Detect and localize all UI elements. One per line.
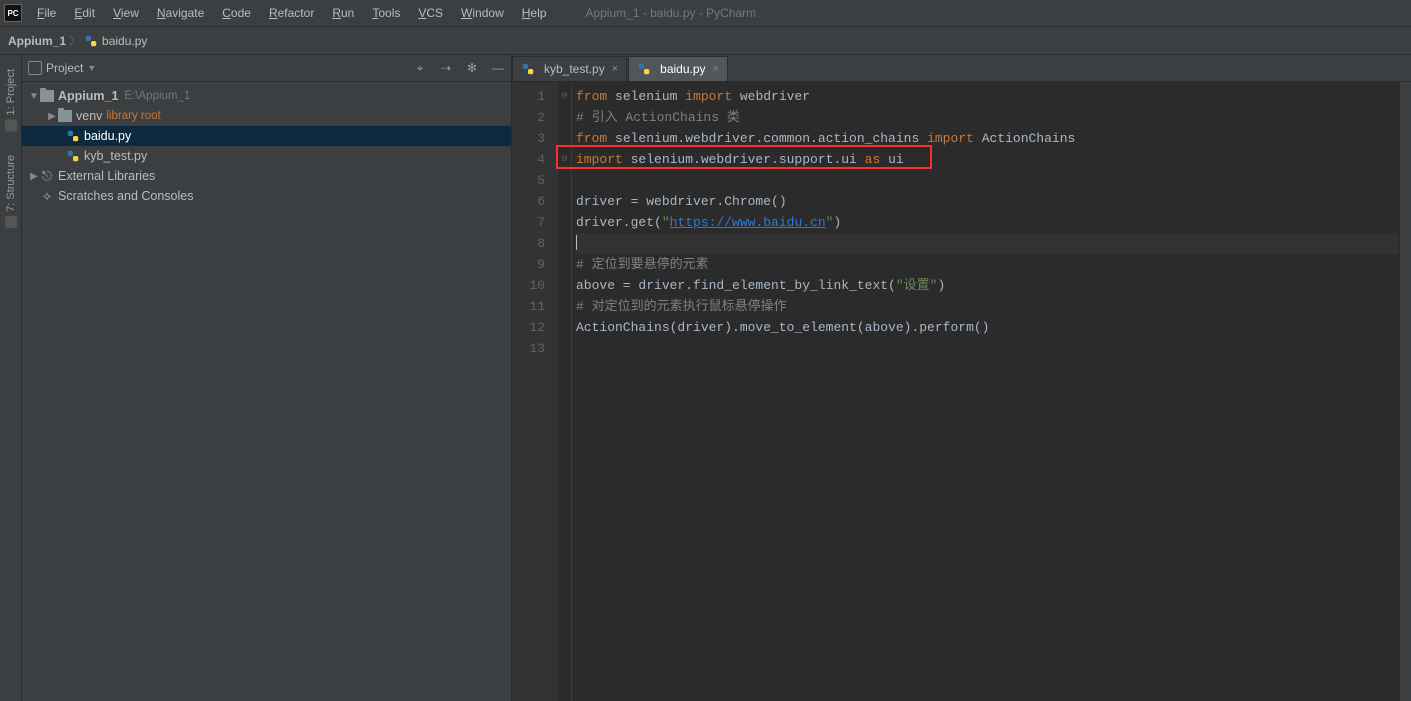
code-line[interactable]: from selenium.webdriver.common.action_ch…	[576, 128, 1399, 149]
locate-icon[interactable]: ⌖	[413, 61, 427, 76]
tree-scratches-label: Scratches and Consoles	[58, 189, 194, 203]
editor-tab-label: baidu.py	[660, 62, 705, 76]
expand-arrow-icon[interactable]: ▶	[46, 111, 58, 122]
settings-icon[interactable]: ✻	[465, 61, 479, 75]
menu-edit[interactable]: Edit	[65, 2, 104, 24]
tree-external-libs[interactable]: ▶ ⎋ External Libraries	[22, 166, 511, 186]
scratches-icon: ✧	[40, 189, 54, 203]
editor-tabs: kyb_test.py × baidu.py ×	[512, 55, 1411, 82]
line-number-gutter[interactable]: 12345678910111213	[512, 82, 558, 701]
app-icon: PC	[4, 4, 22, 22]
expand-arrow-icon[interactable]: ▶	[28, 171, 40, 182]
folder-icon	[58, 110, 72, 122]
menu-run[interactable]: Run	[323, 2, 363, 24]
code-editor[interactable]: 12345678910111213 ⊟⊟ from selenium impor…	[512, 82, 1411, 701]
chevron-right-icon: 〉	[69, 32, 81, 49]
chevron-down-icon: ▼	[87, 63, 96, 73]
project-panel: Project ▼ ⌖ ⇢ ✻ — ▼ Appium_1 E:\Appium_1…	[22, 55, 512, 701]
external-libraries-icon: ⎋	[40, 169, 54, 183]
tree-scratches[interactable]: ✧ Scratches and Consoles	[22, 186, 511, 206]
collapse-all-icon[interactable]: ⇢	[439, 61, 453, 75]
error-stripe[interactable]	[1399, 82, 1411, 701]
menu-navigate[interactable]: Navigate	[148, 2, 213, 24]
code-line[interactable]: # 引入 ActionChains 类	[576, 107, 1399, 128]
code-line[interactable]: above = driver.find_element_by_link_text…	[576, 275, 1399, 296]
tree-venv[interactable]: ▶ venv library root	[22, 106, 511, 126]
tree-file-baidu[interactable]: baidu.py	[22, 126, 511, 146]
menu-refactor[interactable]: Refactor	[260, 2, 323, 24]
expand-arrow-icon[interactable]: ▼	[28, 91, 40, 102]
menu-help[interactable]: Help	[513, 2, 556, 24]
menu-window[interactable]: Window	[452, 2, 513, 24]
toolwindow-tab-project-label: 1: Project	[5, 69, 17, 115]
code-line[interactable]: driver = webdriver.Chrome()	[576, 191, 1399, 212]
menu-file[interactable]: File	[28, 2, 65, 24]
tree-venv-label: venv	[76, 109, 102, 123]
editor-tab-baidu-py[interactable]: baidu.py ×	[628, 56, 728, 81]
folder-icon	[40, 90, 54, 102]
python-file-icon	[637, 62, 651, 76]
breadcrumb-project[interactable]: Appium_1	[8, 34, 66, 48]
navigation-bar: Appium_1 〉 baidu.py	[0, 27, 1411, 55]
project-view-icon	[28, 61, 42, 75]
menu-tools[interactable]: Tools	[363, 2, 409, 24]
tree-file-label: kyb_test.py	[84, 149, 147, 163]
tree-file-kyb[interactable]: kyb_test.py	[22, 146, 511, 166]
code-line[interactable]	[576, 338, 1399, 359]
python-file-icon	[84, 34, 98, 48]
breadcrumb-file-label: baidu.py	[102, 34, 147, 48]
code-content[interactable]: from selenium import webdriver# 引入 Actio…	[572, 82, 1399, 701]
code-line[interactable]	[576, 170, 1399, 191]
workspace: 1: Project 7: Structure Project ▼ ⌖ ⇢ ✻ …	[0, 55, 1411, 701]
editor-area: kyb_test.py × baidu.py × 12345678910111213 …	[512, 55, 1411, 701]
menu-code[interactable]: Code	[213, 2, 260, 24]
tree-root-path: E:\Appium_1	[124, 90, 190, 102]
tree-venv-tag: library root	[106, 110, 160, 122]
code-line[interactable]: # 对定位到的元素执行鼠标悬停操作	[576, 296, 1399, 317]
menu-vcs[interactable]: VCS	[409, 2, 452, 24]
toolwindow-tab-project[interactable]: 1: Project	[5, 69, 17, 131]
toolwindow-tab-structure[interactable]: 7: Structure	[5, 155, 17, 228]
project-toolwindow-icon	[5, 119, 17, 131]
hide-icon[interactable]: —	[491, 61, 505, 75]
toolwindow-tab-structure-label: 7: Structure	[5, 155, 17, 212]
code-line[interactable]	[576, 233, 1399, 254]
tree-root[interactable]: ▼ Appium_1 E:\Appium_1	[22, 86, 511, 106]
editor-tab-label: kyb_test.py	[544, 62, 605, 76]
code-line[interactable]: # 定位到要悬停的元素	[576, 254, 1399, 275]
menubar: FileEditViewNavigateCodeRefactorRunTools…	[28, 2, 555, 24]
python-file-icon	[66, 149, 80, 163]
project-panel-title-label: Project	[46, 61, 83, 75]
python-file-icon	[521, 62, 535, 76]
window-title: Appium_1 - baidu.py - PyCharm	[585, 6, 756, 20]
code-line[interactable]: from selenium import webdriver	[576, 86, 1399, 107]
structure-toolwindow-icon	[5, 216, 17, 228]
editor-tab-kyb_test-py[interactable]: kyb_test.py ×	[512, 56, 627, 81]
python-file-icon	[66, 129, 80, 143]
left-tool-stripe: 1: Project 7: Structure	[0, 55, 22, 701]
tree-file-label: baidu.py	[84, 129, 131, 143]
code-line[interactable]: ActionChains(driver).move_to_element(abo…	[576, 317, 1399, 338]
title-bar: PC FileEditViewNavigateCodeRefactorRunTo…	[0, 0, 1411, 27]
menu-view[interactable]: View	[104, 2, 148, 24]
tree-root-label: Appium_1	[58, 89, 118, 103]
breadcrumb-project-label: Appium_1	[8, 34, 66, 48]
code-line[interactable]: import selenium.webdriver.support.ui as …	[576, 149, 1399, 170]
close-tab-icon[interactable]: ×	[713, 63, 719, 75]
fold-gutter[interactable]: ⊟⊟	[558, 82, 572, 701]
project-tree[interactable]: ▼ Appium_1 E:\Appium_1 ▶ venv library ro…	[22, 82, 511, 210]
code-line[interactable]: driver.get("https://www.baidu.cn")	[576, 212, 1399, 233]
close-tab-icon[interactable]: ×	[612, 63, 618, 75]
project-panel-title[interactable]: Project ▼	[28, 61, 413, 75]
project-panel-header: Project ▼ ⌖ ⇢ ✻ —	[22, 55, 511, 82]
tree-external-label: External Libraries	[58, 169, 155, 183]
project-panel-toolbar: ⌖ ⇢ ✻ —	[413, 61, 505, 76]
breadcrumb-file[interactable]: baidu.py	[84, 34, 147, 48]
